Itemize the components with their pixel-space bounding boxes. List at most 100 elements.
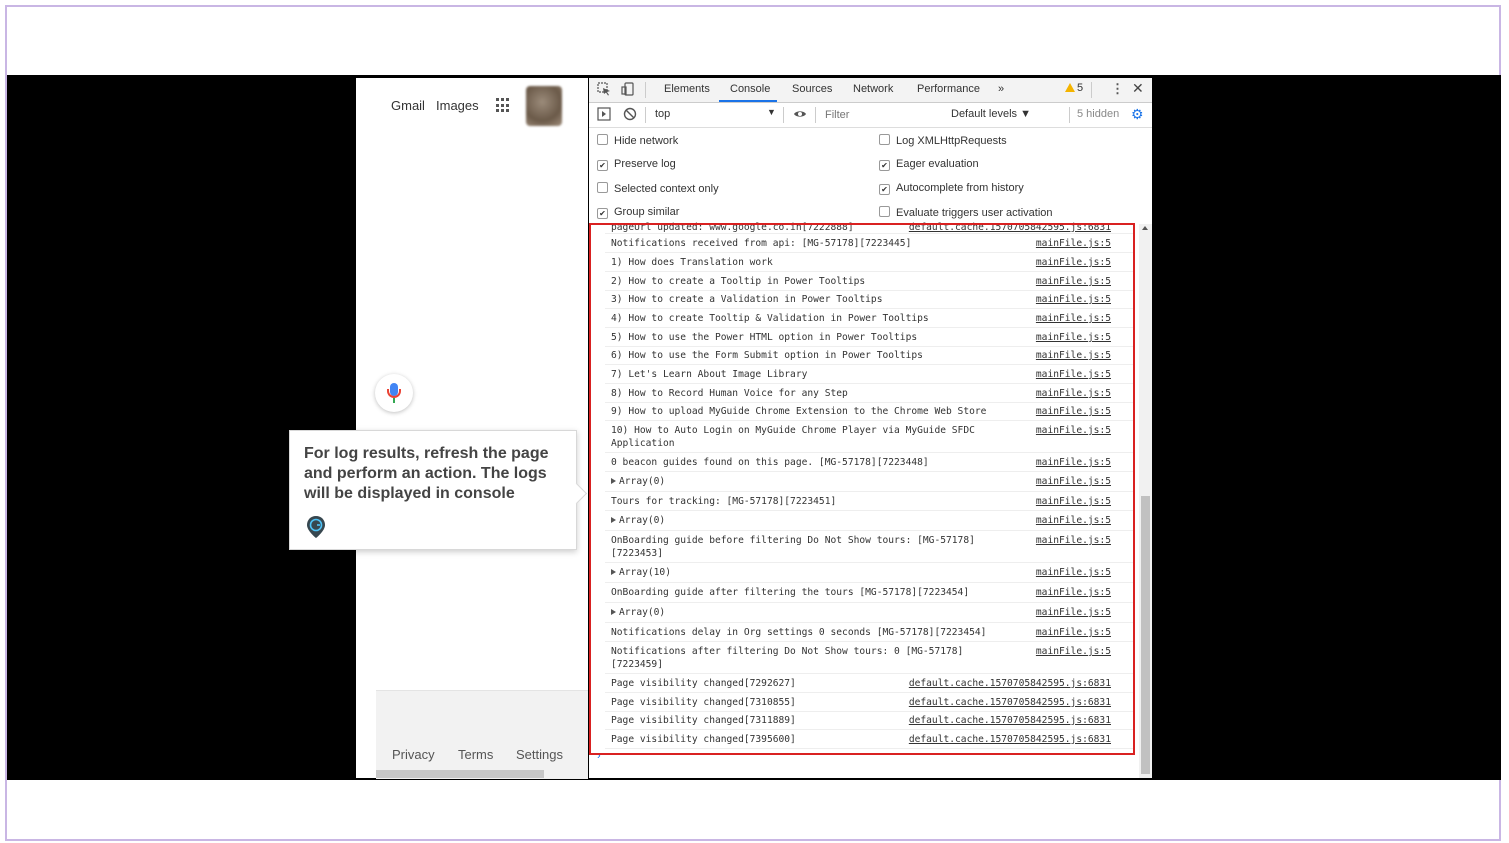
expand-triangle-icon[interactable] [611, 478, 616, 484]
chevron-down-icon[interactable]: ▼ [767, 107, 776, 117]
source-link[interactable]: default.cache.1570705842595.js:6831 [909, 714, 1111, 727]
warning-counter[interactable]: 5 [1065, 82, 1083, 94]
console-toolbar: top ▼ Default levels ▼ 5 hidden ⚙ [589, 103, 1152, 128]
live-expression-eye-icon[interactable] [793, 107, 807, 121]
source-link[interactable]: default.cache.1570705842595.js:6831 [909, 221, 1111, 234]
hide-network-option[interactable]: Hide network [597, 134, 678, 147]
terms-link[interactable]: Terms [458, 747, 493, 762]
checkbox[interactable]: ✔ [879, 184, 890, 195]
avatar[interactable] [526, 86, 562, 126]
tab-sources[interactable]: Sources [792, 83, 832, 95]
source-link[interactable]: mainFile.js:5 [1036, 606, 1111, 619]
scrollbar-thumb[interactable] [1141, 496, 1150, 774]
source-link[interactable]: mainFile.js:5 [1036, 475, 1111, 488]
source-link[interactable]: mainFile.js:5 [1036, 368, 1111, 381]
selected-context-only-option[interactable]: Selected context only [597, 182, 719, 195]
tab-performance[interactable]: Performance [917, 83, 980, 95]
source-link[interactable]: mainFile.js:5 [1036, 312, 1111, 325]
log-row: Notifications received from api: [MG-571… [605, 234, 1135, 253]
source-link[interactable]: mainFile.js:5 [1036, 586, 1111, 599]
checkbox[interactable] [597, 134, 608, 145]
log-row: OnBoarding guide before filtering Do Not… [605, 531, 1135, 563]
images-link[interactable]: Images [436, 98, 479, 113]
source-link[interactable]: mainFile.js:5 [1036, 405, 1111, 418]
source-link[interactable]: mainFile.js:5 [1036, 237, 1111, 250]
settings-link[interactable]: Settings [516, 747, 563, 762]
scroll-up-arrow-icon[interactable] [1142, 226, 1148, 230]
source-link[interactable]: mainFile.js:5 [1036, 256, 1111, 269]
source-link[interactable]: mainFile.js:5 [1036, 387, 1111, 400]
autocomplete-history-option[interactable]: ✔ Autocomplete from history [879, 182, 1024, 195]
source-link[interactable]: mainFile.js:5 [1036, 645, 1111, 658]
clear-console-icon[interactable] [623, 107, 637, 121]
expand-triangle-icon[interactable] [611, 569, 616, 575]
more-tabs-button[interactable]: » [998, 83, 1004, 95]
log-row: 5) How to use the Power HTML option in P… [605, 328, 1135, 347]
guide-tooltip: For log results, refresh the page and pe… [289, 430, 588, 550]
console-filter-input[interactable] [821, 106, 949, 123]
tab-elements[interactable]: Elements [664, 83, 710, 95]
checkbox[interactable] [597, 182, 608, 193]
expandable-array[interactable]: Array(0) [611, 514, 1015, 527]
checkbox[interactable] [879, 134, 890, 145]
source-link[interactable]: mainFile.js:5 [1036, 456, 1111, 469]
log-row: Page visibility changed[7310855] default.… [605, 693, 1135, 712]
source-link[interactable]: mainFile.js:5 [1036, 275, 1111, 288]
console-settings-gear-icon[interactable]: ⚙ [1131, 106, 1144, 123]
checkbox[interactable] [879, 206, 890, 217]
source-link[interactable]: mainFile.js:5 [1036, 626, 1111, 639]
log-row: 2) How to create a Tooltip in Power Tool… [605, 272, 1135, 291]
horizontal-scrollbar[interactable] [376, 770, 544, 778]
expandable-array[interactable]: Array(10) [611, 566, 1015, 579]
log-row: Array(0) mainFile.js:5 [605, 603, 1135, 623]
expandable-array[interactable]: Array(0) [611, 475, 1015, 488]
log-row: 0 beacon guides found on this page. [MG-… [605, 453, 1135, 472]
tab-console[interactable]: Console [730, 83, 770, 95]
source-link[interactable]: mainFile.js:5 [1036, 349, 1111, 362]
log-row: 9) How to upload MyGuide Chrome Extensio… [605, 402, 1135, 421]
checkbox[interactable]: ✔ [597, 160, 608, 171]
hidden-messages-count: 5 hidden [1077, 108, 1120, 120]
gmail-link[interactable]: Gmail [391, 98, 425, 113]
preserve-log-option[interactable]: ✔ Preserve log [597, 158, 676, 171]
tab-network[interactable]: Network [853, 83, 893, 95]
privacy-link[interactable]: Privacy [392, 747, 435, 762]
expand-triangle-icon[interactable] [611, 609, 616, 615]
context-selector[interactable]: top [655, 108, 670, 120]
log-row: OnBoarding guide after filtering the tou… [605, 583, 1135, 603]
log-row: Tours for tracking: [MG-57178][7223451] m… [605, 492, 1135, 511]
devtools-panel: Elements Console Sources Network Perform… [589, 78, 1152, 778]
expand-triangle-icon[interactable] [611, 517, 616, 523]
log-row: pageUrl updated: www.google.co.in[722288… [605, 218, 1135, 234]
inspect-element-icon[interactable] [597, 82, 611, 96]
voice-search-mic-icon[interactable] [375, 374, 413, 412]
source-link[interactable]: mainFile.js:5 [1036, 566, 1111, 579]
warning-icon [1065, 83, 1075, 92]
source-link[interactable]: mainFile.js:5 [1036, 495, 1111, 508]
log-row: 7) Let's Learn About Image Library mainFi… [605, 365, 1135, 384]
devtools-tabbar: Elements Console Sources Network Perform… [589, 78, 1152, 103]
customize-menu-icon[interactable]: ⋮ [1111, 81, 1124, 97]
apps-grid-icon[interactable] [496, 98, 511, 113]
source-link[interactable]: default.cache.1570705842595.js:6831 [909, 677, 1111, 690]
console-scrollbar[interactable] [1139, 224, 1152, 778]
source-link[interactable]: default.cache.1570705842595.js:6831 [909, 733, 1111, 746]
log-row: Notifications delay in Org settings 0 se… [605, 623, 1135, 642]
close-devtools-icon[interactable]: ✕ [1132, 80, 1144, 97]
log-xmlhttprequests-option[interactable]: Log XMLHttpRequests [879, 134, 1007, 147]
log-row: 3) How to create a Validation in Power T… [605, 290, 1135, 309]
source-link[interactable]: mainFile.js:5 [1036, 534, 1111, 547]
sidebar-toggle-icon[interactable] [597, 107, 611, 121]
source-link[interactable]: mainFile.js:5 [1036, 331, 1111, 344]
expandable-array[interactable]: Array(0) [611, 606, 1015, 619]
eager-evaluation-option[interactable]: ✔ Eager evaluation [879, 158, 979, 171]
log-row: 6) How to use the Form Submit option in … [605, 346, 1135, 365]
source-link[interactable]: mainFile.js:5 [1036, 424, 1111, 437]
source-link[interactable]: mainFile.js:5 [1036, 514, 1111, 527]
source-link[interactable]: mainFile.js:5 [1036, 293, 1111, 306]
console-prompt[interactable]: › [597, 750, 601, 762]
device-toolbar-icon[interactable] [621, 82, 635, 96]
log-levels-dropdown[interactable]: Default levels ▼ [951, 108, 1031, 120]
checkbox[interactable]: ✔ [879, 160, 890, 171]
source-link[interactable]: default.cache.1570705842595.js:6831 [909, 696, 1111, 709]
